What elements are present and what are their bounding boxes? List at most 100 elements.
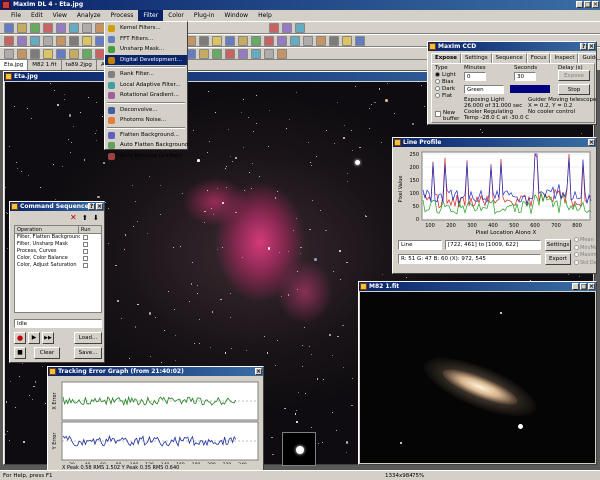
toolbar-tool-icon[interactable]	[43, 23, 53, 33]
menu-edit[interactable]: Edit	[26, 10, 48, 21]
close-icon[interactable]: ×	[255, 368, 262, 375]
maxim-ccd-window[interactable]: MaxIm CCD ? × Expose Settings Sequence Focus…	[427, 41, 597, 125]
toolbar-tool-icon[interactable]	[4, 49, 14, 59]
maximize-icon[interactable]: □	[580, 283, 587, 290]
filter-select[interactable]: Green	[464, 85, 504, 94]
toolbar-tool-icon[interactable]	[251, 36, 261, 46]
play-button[interactable]: ▶	[28, 332, 40, 344]
toolbar-tool-icon[interactable]	[264, 49, 274, 59]
menu-plugin[interactable]: Plug-in	[189, 10, 220, 21]
toolbar-tool-icon[interactable]	[238, 49, 248, 59]
profile-mode-select[interactable]: Line	[398, 240, 442, 250]
toolbar-tool-icon[interactable]	[269, 23, 279, 33]
toolbar-tool-icon[interactable]	[238, 36, 248, 46]
filter-menu-item[interactable]: Auto Flatten Background	[105, 140, 188, 151]
new-buffer-checkbox[interactable]	[435, 111, 441, 117]
move-down-icon[interactable]: ⬇	[93, 214, 99, 222]
type-radio-bias[interactable]: Bias	[435, 79, 456, 86]
toolbar-tool-icon[interactable]	[82, 49, 92, 59]
filter-menu-item[interactable]: Deconvolve...	[105, 105, 187, 116]
type-radio-dark[interactable]: Dark	[435, 86, 456, 93]
toolbar-tool-icon[interactable]	[282, 23, 292, 33]
ccd-tab-focus[interactable]: Focus	[526, 53, 551, 63]
toolbar-tool-icon[interactable]	[30, 49, 40, 59]
close-icon[interactable]: ×	[588, 43, 595, 50]
tracking-error-window[interactable]: Tracking Error Graph (from 21:40:02) × X…	[47, 366, 264, 475]
clear-button[interactable]: Clear	[34, 347, 60, 359]
move-up-icon[interactable]: ⬆	[82, 214, 88, 222]
stop-button[interactable]: Stop	[558, 84, 590, 95]
menu-color[interactable]: Color	[163, 10, 189, 21]
run-checkbox[interactable]	[83, 249, 88, 254]
fast-forward-button[interactable]: ▶▶	[42, 332, 54, 344]
profile-option[interactable]: Maximum	[574, 252, 596, 260]
run-checkbox[interactable]	[83, 242, 88, 247]
toolbar-tool-icon[interactable]	[82, 23, 92, 33]
toolbar-tool-icon[interactable]	[329, 36, 339, 46]
filter-menu-item[interactable]: Rank Filter...	[105, 69, 187, 80]
menu-process[interactable]: Process	[106, 10, 139, 21]
toolbar-tool-icon[interactable]	[355, 36, 365, 46]
command-list[interactable]: Operation Run Filter, Flatten Background…	[14, 225, 102, 313]
minimize-icon[interactable]: _	[576, 1, 583, 8]
toolbar-tool-icon[interactable]	[43, 36, 53, 46]
minutes-field[interactable]: 0	[464, 72, 486, 81]
m82-galaxy-image[interactable]	[360, 292, 595, 463]
toolbar-tool-icon[interactable]	[30, 23, 40, 33]
ccd-tab-sequence[interactable]: Sequence	[491, 53, 527, 63]
close-icon[interactable]: ×	[588, 139, 595, 146]
command-sequence-window[interactable]: Command Sequence ? × ✕ ⬆ ⬇ Operation Run …	[9, 201, 105, 363]
command-row[interactable]: Color, Color Balance	[15, 255, 101, 262]
toolbar-tool-icon[interactable]	[17, 49, 27, 59]
profile-option[interactable]: Min/Max	[574, 244, 596, 253]
ccd-tab-expose[interactable]: Expose	[431, 53, 462, 63]
toolbar-tool-icon[interactable]	[199, 36, 209, 46]
doc-tab[interactable]: M82 1.fit	[28, 60, 62, 70]
toolbar-tool-icon[interactable]	[56, 23, 66, 33]
run-checkbox[interactable]	[83, 263, 88, 268]
toolbar-tool-icon[interactable]	[17, 36, 27, 46]
type-radio-flat[interactable]: Flat	[435, 93, 456, 100]
filter-menu-item[interactable]: Unsharp Mask...	[105, 44, 187, 55]
profile-option[interactable]: Mean	[574, 237, 596, 245]
filter-menu-item[interactable]: Photoms Noise...	[105, 115, 187, 126]
run-checkbox[interactable]	[83, 235, 88, 240]
toolbar-tool-icon[interactable]	[4, 36, 14, 46]
command-row[interactable]: Filter, Unsharp Mask	[15, 241, 101, 248]
toolbar-tool-icon[interactable]	[17, 23, 27, 33]
record-button[interactable]: ●	[14, 332, 26, 344]
ccd-tab-guide[interactable]: Guide	[578, 53, 596, 63]
toolbar-tool-icon[interactable]	[212, 36, 222, 46]
delete-icon[interactable]: ✕	[70, 214, 77, 222]
ccd-tab-inspect[interactable]: Inspect	[550, 53, 579, 63]
toolbar-tool-icon[interactable]	[212, 49, 222, 59]
toolbar-tool-icon[interactable]	[342, 36, 352, 46]
help-icon[interactable]: ?	[88, 203, 95, 210]
close-icon[interactable]: ×	[592, 1, 599, 8]
filter-menu-item[interactable]: Kernel Filters...	[105, 23, 187, 34]
seconds-field[interactable]: 30	[514, 72, 536, 81]
expose-button[interactable]: Expose	[558, 70, 590, 81]
filter-menu-item[interactable]: FFT Filters...	[105, 34, 187, 45]
toolbar-tool-icon[interactable]	[43, 49, 53, 59]
toolbar-tool-icon[interactable]	[56, 36, 66, 46]
load-button[interactable]: Load...	[74, 332, 102, 344]
close-icon[interactable]: ×	[96, 203, 103, 210]
menu-file[interactable]: File	[6, 10, 26, 21]
toolbar-tool-icon[interactable]	[199, 49, 209, 59]
toolbar-tool-icon[interactable]	[30, 36, 40, 46]
doc-tab[interactable]: Eta.jpg	[0, 60, 29, 70]
toolbar-tool-icon[interactable]	[69, 49, 79, 59]
close-icon[interactable]: ×	[588, 283, 595, 290]
menu-window[interactable]: Window	[219, 10, 253, 21]
toolbar-tool-icon[interactable]	[225, 36, 235, 46]
stop-sequence-button[interactable]: ■	[14, 347, 26, 359]
toolbar-tool-icon[interactable]	[264, 36, 274, 46]
type-radio-light[interactable]: Light	[435, 72, 456, 79]
minimize-icon[interactable]: _	[572, 283, 579, 290]
menu-filter[interactable]: Filter	[138, 10, 164, 21]
menu-analyze[interactable]: Analyze	[72, 10, 106, 21]
toolbar-tool-icon[interactable]	[290, 36, 300, 46]
toolbar-tool-icon[interactable]	[4, 23, 14, 33]
save-button[interactable]: Save...	[74, 347, 102, 359]
